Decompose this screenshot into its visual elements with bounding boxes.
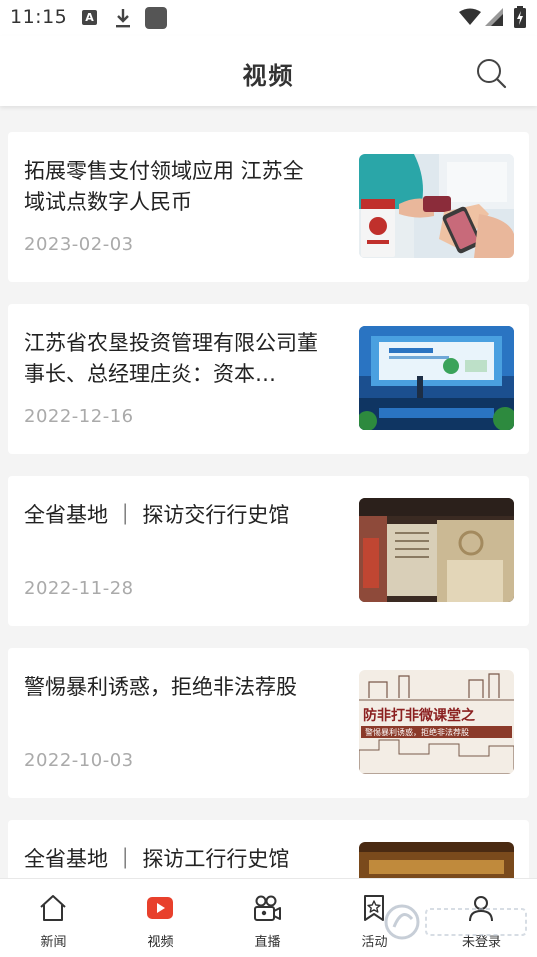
news-title: 拓展零售支付领域应用 江苏全域试点数字人民币 (24, 159, 304, 214)
news-title: 江苏省农垦投资管理有限公司董事长、总经理庄炎：资本… (24, 331, 318, 386)
nav-item-live[interactable]: 直播 (214, 879, 321, 957)
wifi-icon (459, 8, 481, 25)
nav-item-video[interactable]: 视频 (107, 879, 214, 957)
news-date: 2022-10-03 (24, 750, 134, 771)
search-icon[interactable] (474, 56, 508, 90)
text-a-icon: A (82, 10, 97, 25)
news-list[interactable]: 拓展零售支付领域应用 江苏全域试点数字人民币 2023-02-03 江苏省农垦投… (0, 108, 537, 878)
news-date: 2022-11-28 (24, 578, 134, 599)
bank-history-hall-photo (359, 842, 514, 878)
conference-stage-photo (359, 326, 514, 430)
video-play-icon (147, 897, 173, 919)
anti-fraud-class-banner: 防非打非微课堂之 警惕暴利诱惑，拒绝非法荐股 (359, 670, 514, 774)
news-thumbnail (359, 498, 514, 602)
app-header: 视频 (0, 36, 537, 106)
museum-hall-photo (359, 498, 514, 602)
news-thumbnail (359, 842, 514, 878)
status-bar: 11:15 A (0, 0, 537, 36)
news-date: 2022-12-16 (24, 406, 134, 427)
news-thumbnail: 防非打非微课堂之 警惕暴利诱惑，拒绝非法荐股 (359, 670, 514, 774)
download-icon (116, 9, 130, 28)
news-thumbnail (359, 154, 514, 258)
app-icon (145, 7, 167, 29)
nav-label-live: 直播 (254, 935, 281, 950)
status-time: 11:15 (10, 6, 68, 28)
camera-icon (254, 895, 281, 921)
page-title: 视频 (242, 62, 295, 90)
home-icon (40, 895, 66, 921)
news-card[interactable]: 警惕暴利诱惑，拒绝非法荐股 2022-10-03 防非打非微课堂之 警惕暴利诱惑… (8, 648, 529, 798)
news-card[interactable]: 拓展零售支付领域应用 江苏全域试点数字人民币 2023-02-03 (8, 132, 529, 282)
news-card[interactable]: 全省基地 ｜ 探访工行行史馆 (8, 820, 529, 878)
banner-sub-text: 警惕暴利诱惑，拒绝非法荐股 (365, 727, 469, 737)
news-card[interactable]: 江苏省农垦投资管理有限公司董事长、总经理庄炎：资本… 2022-12-16 (8, 304, 529, 454)
watermark-logo (384, 904, 527, 940)
digital-rmb-photo (359, 154, 514, 258)
news-card[interactable]: 全省基地 ｜ 探访交行行史馆 2022-11-28 (8, 476, 529, 626)
nav-item-news[interactable]: 新闻 (0, 879, 107, 957)
nav-label-video: 视频 (147, 935, 174, 950)
news-title: 全省基地 ｜ 探访交行行史馆 (24, 503, 290, 527)
signal-icon (485, 8, 503, 26)
news-date: 2023-02-03 (24, 234, 134, 255)
news-thumbnail (359, 326, 514, 430)
news-title: 警惕暴利诱惑，拒绝非法荐股 (24, 675, 297, 699)
news-title: 全省基地 ｜ 探访工行行史馆 (24, 847, 290, 871)
nav-label-news: 新闻 (40, 935, 67, 950)
battery-icon (514, 6, 526, 28)
banner-main-text: 防非打非微课堂之 (363, 707, 475, 724)
